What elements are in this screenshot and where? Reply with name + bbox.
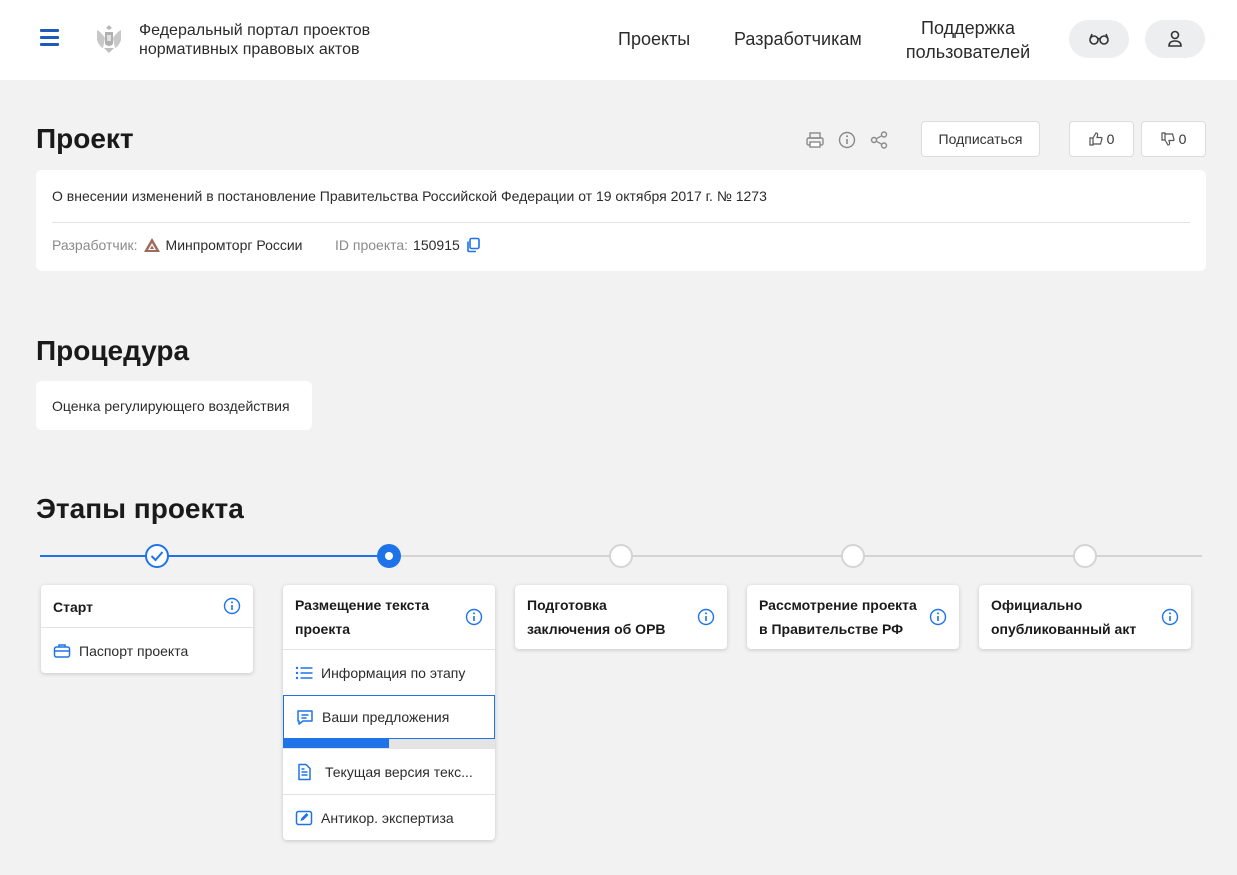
comment-icon (297, 710, 313, 725)
coat-of-arms-icon[interactable] (93, 22, 125, 56)
progress-fill (283, 739, 389, 748)
print-icon[interactable] (805, 130, 825, 150)
ministry-logo-icon (143, 238, 160, 252)
stage-title-text: Официально опубликованный акт (991, 597, 1137, 637)
stage-item-current-text[interactable]: Текущая версия текс... (283, 748, 495, 794)
stage-item-label: Текущая версия текс... (325, 763, 473, 780)
stage-item-proposals[interactable]: Ваши предложения (283, 695, 495, 739)
info-icon[interactable] (697, 608, 715, 626)
like-button[interactable]: 0 (1069, 121, 1134, 157)
stage-item-label: Паспорт проекта (79, 642, 189, 659)
share-icon[interactable] (869, 130, 889, 150)
project-card: О внесении изменений в постановление Пра… (36, 170, 1206, 271)
project-id-label: ID проекта: (335, 237, 409, 253)
like-count: 0 (1106, 131, 1115, 147)
stage-item-stage-info[interactable]: Информация по этапу (283, 649, 495, 695)
project-id: ID проекта: 150915 (335, 237, 481, 253)
proposals-progress-bar (283, 739, 495, 748)
nav-projects[interactable]: Проекты (618, 29, 690, 50)
thumbs-up-icon (1088, 132, 1103, 146)
stage-item-label: Антикор. экспертиза (321, 809, 454, 826)
site-title[interactable]: Федеральный портал проектов нормативных … (139, 21, 409, 59)
stages-timeline (40, 544, 1202, 568)
info-icon[interactable] (837, 130, 857, 150)
menu-icon[interactable] (40, 29, 60, 47)
procedure-title: Процедура (36, 335, 190, 366)
accessibility-button[interactable] (1069, 20, 1129, 58)
stage-title[interactable]: Размещение текста проекта (283, 585, 495, 649)
project-name: О внесении изменений в постановление Пра… (52, 188, 767, 204)
info-icon[interactable] (1161, 608, 1179, 626)
stage-item-anticorruption[interactable]: Антикор. экспертиза (283, 794, 495, 840)
glasses-icon (1089, 33, 1109, 45)
site-title-line2: нормативных правовых актов (139, 41, 360, 58)
stages-title: Этапы проекта (36, 493, 244, 524)
document-icon (298, 763, 311, 780)
stage-title[interactable]: Подготовка заключения об ОРВ (515, 585, 727, 649)
developer-label: Разработчик: (52, 237, 138, 253)
stage-item-passport[interactable]: Паспорт проекта (41, 627, 253, 673)
stage-title[interactable]: Старт (41, 585, 253, 627)
copy-icon[interactable] (465, 237, 481, 253)
user-button[interactable] (1145, 20, 1205, 58)
timeline-node-pending (1073, 544, 1097, 568)
timeline-node-current (377, 544, 401, 568)
info-icon[interactable] (465, 608, 483, 626)
stage-title-text: Подготовка заключения об ОРВ (527, 597, 666, 637)
stage-card-publication: Размещение текста проекта Информация по … (283, 585, 495, 840)
edit-icon (295, 810, 313, 825)
user-icon (1168, 30, 1182, 47)
stage-card-orv-conclusion: Подготовка заключения об ОРВ (515, 585, 727, 649)
briefcase-icon (53, 643, 71, 658)
stage-item-label: Ваши предложения (322, 709, 450, 725)
nav-support[interactable]: Поддержка пользователей (895, 16, 1041, 64)
stage-title-text: Старт (53, 599, 93, 615)
nav-developers[interactable]: Разработчикам (734, 29, 862, 50)
stage-card-government-review: Рассмотрение проекта в Правительстве РФ (747, 585, 959, 649)
stage-title[interactable]: Рассмотрение проекта в Правительстве РФ (747, 585, 959, 649)
procedure-value: Оценка регулирующего воздействия (52, 398, 290, 414)
stage-title[interactable]: Официально опубликованный акт (979, 585, 1191, 649)
project-id-value: 150915 (413, 237, 460, 253)
timeline-node-done (145, 544, 169, 568)
site-title-line1: Федеральный портал проектов (139, 22, 371, 39)
stage-item-label: Информация по этапу (321, 664, 466, 681)
list-icon (295, 666, 313, 679)
subscribe-button[interactable]: Подписаться (921, 121, 1040, 157)
divider (52, 222, 1190, 223)
timeline-node-pending (841, 544, 865, 568)
stage-title-text: Размещение текста проекта (295, 597, 430, 637)
stage-card-start: Старт Паспорт проекта (41, 585, 253, 673)
dislike-count: 0 (1178, 131, 1187, 147)
stage-title-text: Рассмотрение проекта в Правительстве РФ (759, 597, 917, 637)
info-icon[interactable] (223, 597, 241, 615)
info-icon[interactable] (929, 608, 947, 626)
project-developer: Разработчик: Минпромторг России (52, 237, 303, 253)
procedure-card: Оценка регулирующего воздействия (36, 381, 312, 430)
timeline-node-pending (609, 544, 633, 568)
top-header: Федеральный портал проектов нормативных … (0, 0, 1237, 80)
dislike-button[interactable]: 0 (1141, 121, 1206, 157)
project-title: Проект (36, 123, 134, 154)
stage-card-published-act: Официально опубликованный акт (979, 585, 1191, 649)
developer-value[interactable]: Минпромторг России (166, 237, 303, 253)
thumbs-down-icon (1160, 132, 1175, 146)
